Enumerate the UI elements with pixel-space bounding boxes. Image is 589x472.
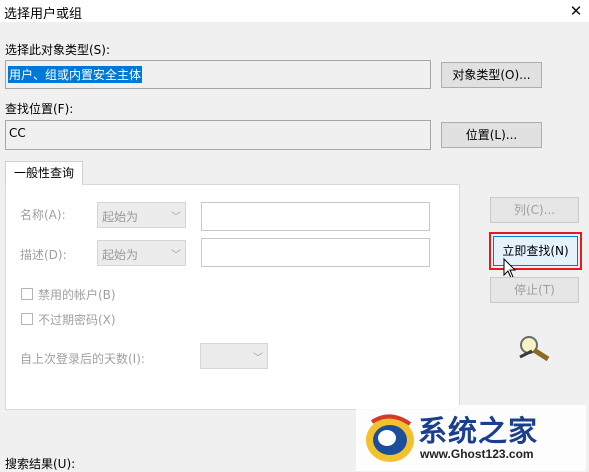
location-field: CC <box>5 120 431 150</box>
description-mode-select[interactable]: 起始为 ﹀ <box>97 240 186 266</box>
non-expiring-password-checkbox[interactable] <box>21 313 33 325</box>
name-input[interactable] <box>201 202 430 231</box>
title-bar <box>0 0 589 22</box>
description-mode-value: 起始为 <box>102 248 139 262</box>
name-mode-value: 起始为 <box>102 210 139 224</box>
chevron-down-icon: ﹀ <box>253 353 263 364</box>
watermark: 系统之家 www.Ghost123.com <box>356 405 586 471</box>
non-expiring-password-label: 不过期密码(X) <box>38 313 116 327</box>
location-value: CC <box>9 126 26 140</box>
days-since-logon-label: 自上次登录后的天数(I): <box>20 352 145 366</box>
name-mode-select[interactable]: 起始为 ﹀ <box>97 202 186 228</box>
name-label: 名称(A): <box>20 208 66 222</box>
stop-button[interactable]: 停止(T) <box>490 277 579 303</box>
disabled-accounts-label: 禁用的帐户(B) <box>38 288 116 302</box>
locations-button[interactable]: 位置(L)... <box>441 122 542 148</box>
chevron-down-icon: ﹀ <box>171 250 181 261</box>
watermark-title: 系统之家 <box>418 414 539 448</box>
description-label: 描述(D): <box>20 248 67 262</box>
location-label: 查找位置(F): <box>5 102 74 116</box>
watermark-logo-icon <box>366 414 414 462</box>
watermark-url: www.Ghost123.com <box>420 447 534 461</box>
object-type-label: 选择此对象类型(S): <box>5 43 111 57</box>
columns-button[interactable]: 列(C)... <box>490 197 579 223</box>
object-types-button[interactable]: 对象类型(O)... <box>441 62 542 88</box>
object-type-field: 用户、组或内置安全主体 <box>5 60 431 89</box>
description-input[interactable] <box>201 238 430 267</box>
days-since-logon-select[interactable]: ﹀ <box>200 343 268 369</box>
tab-general-queries[interactable]: 一般性查询 <box>5 161 83 185</box>
close-button[interactable]: ✕ <box>566 1 586 21</box>
window-title: 选择用户或组 <box>4 7 83 22</box>
object-type-value: 用户、组或内置安全主体 <box>8 66 143 83</box>
search-flashlight-icon <box>517 333 553 366</box>
disabled-accounts-checkbox[interactable] <box>21 288 33 300</box>
chevron-down-icon: ﹀ <box>171 212 181 223</box>
search-results-label: 搜索结果(U): <box>5 457 76 471</box>
